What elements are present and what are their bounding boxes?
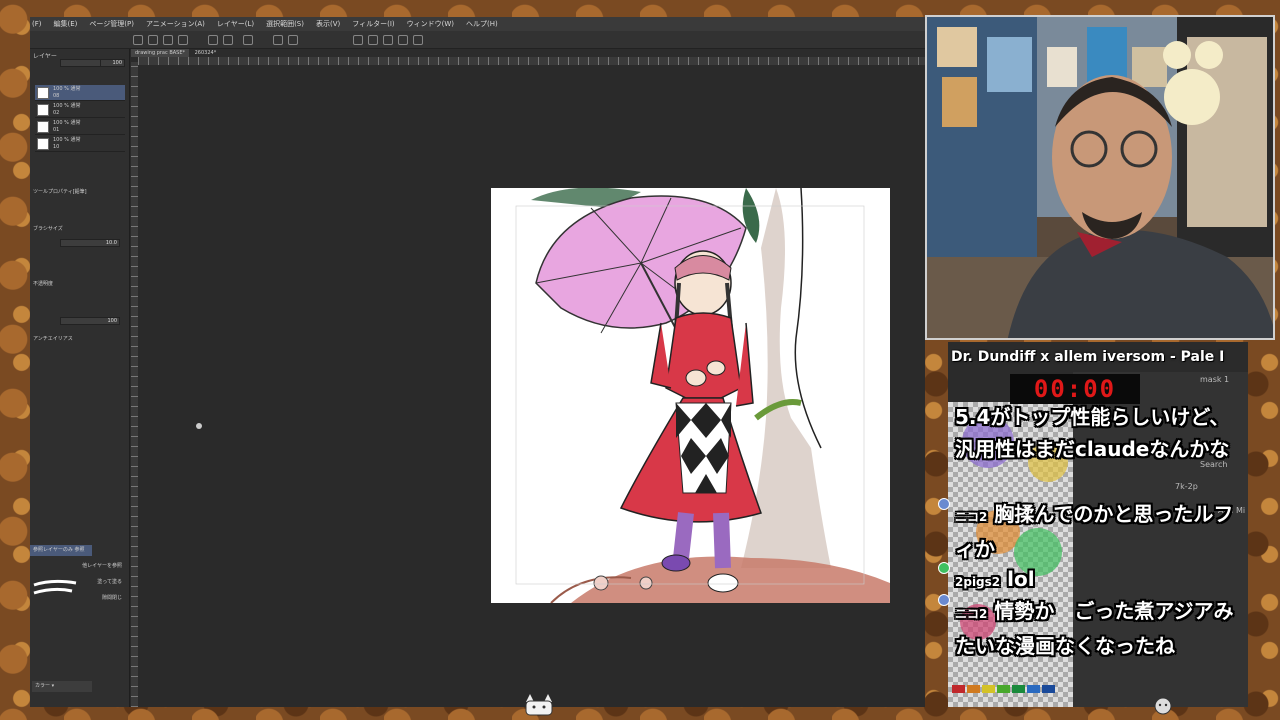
brush-stroke-preview	[33, 579, 77, 595]
chat-text: 情勢か ごった煮アジアみたいな漫画なくなったね	[955, 599, 1234, 658]
layer-label: 100 % 通常	[53, 86, 81, 92]
layer-item[interactable]: 100 % 通常 08	[35, 85, 125, 101]
tab-260324[interactable]: 260324*	[191, 49, 221, 57]
transform-icon[interactable]	[288, 35, 298, 45]
artboard[interactable]	[491, 188, 890, 603]
menu-layer[interactable]: レイヤー(L)	[217, 17, 254, 31]
ref-layer-option[interactable]: 参照レイヤーのみ 参照	[30, 545, 92, 556]
menu-animation[interactable]: アニメーション(A)	[146, 17, 205, 31]
layer-thumbnail	[37, 121, 49, 133]
grid-icon[interactable]	[413, 35, 423, 45]
layer-thumbnail	[37, 138, 49, 150]
palette-swatch	[1042, 685, 1055, 693]
layer-name-label: 7k-2p	[1175, 482, 1198, 491]
illustration	[515, 188, 890, 603]
menu-filter[interactable]: フィルター(I)	[352, 17, 394, 31]
chat-message: ニコ2 情勢か ごった煮アジアみたいな漫画なくなったね	[955, 595, 1245, 662]
menu-window[interactable]: ウィンドウ(W)	[407, 17, 454, 31]
color-select[interactable]: カラー ▾	[32, 681, 92, 692]
chat-username: 2pigs2	[955, 575, 1001, 589]
opacity-slider[interactable]: 100	[60, 317, 120, 325]
palette-swatch	[1012, 685, 1025, 693]
opacity2-value: 100	[107, 318, 117, 324]
stream-timer: 00:00	[1010, 374, 1140, 404]
now-playing-text: Dr. Dundiff x allem iversom - Pale I	[951, 349, 1225, 365]
new-file-icon[interactable]	[133, 35, 143, 45]
save-icon[interactable]	[163, 35, 173, 45]
horizontal-ruler	[138, 57, 925, 65]
menu-file[interactable]: (F)	[32, 17, 42, 31]
palette-swatch	[952, 685, 965, 693]
layer-sub: 01	[53, 127, 60, 133]
chat-message: 2pigs2 lol	[955, 563, 1245, 598]
menu-edit[interactable]: 編集(E)	[54, 17, 78, 31]
redo-icon[interactable]	[223, 35, 233, 45]
chat-message: ニコ2 胸揉んでのかと思ったルフィか	[955, 498, 1245, 565]
chat-text: 胸揉んでのかと思ったルフィか	[955, 502, 1234, 561]
vertical-ruler	[131, 62, 138, 707]
webcam-feed	[925, 15, 1275, 340]
menu-selection[interactable]: 選択範囲(S)	[266, 17, 304, 31]
layer-item[interactable]: 100 % 通常 01	[35, 119, 125, 135]
palette-swatch	[967, 685, 980, 693]
opacity-label: 不透明度	[33, 281, 54, 287]
pen-icon[interactable]	[353, 35, 363, 45]
layer-sub: 08	[53, 93, 60, 99]
cursor-icon	[196, 423, 202, 429]
palette-swatch	[1027, 685, 1040, 693]
layer-label: 100 % 通常	[53, 103, 81, 109]
opacity-field[interactable]: 100	[100, 59, 125, 67]
chat-badge-icon	[938, 498, 950, 510]
mini-mascot-icon	[1154, 697, 1172, 715]
layer-mask-label[interactable]: mask 1	[1200, 375, 1229, 384]
webcam-image	[927, 17, 1273, 338]
layer-label: 100 % 通常	[53, 120, 81, 126]
brush-size-value: 10.0	[105, 240, 117, 246]
color-palette	[952, 685, 1055, 693]
layer-item[interactable]: 100 % 通常 02	[35, 102, 125, 118]
brush-size-label: ブラシサイズ	[33, 226, 63, 232]
layer-label: 100 % 通常	[53, 137, 81, 143]
opacity-value: 100	[112, 60, 122, 66]
edit-icon[interactable]	[398, 35, 408, 45]
undo-icon[interactable]	[208, 35, 218, 45]
layer-thumbnail	[37, 87, 49, 99]
antialias-label: アンチエイリアス	[33, 336, 73, 342]
cat-mascot-icon	[525, 694, 553, 716]
line-icon[interactable]	[383, 35, 393, 45]
brightness-icon[interactable]	[243, 35, 253, 45]
menu-page[interactable]: ページ管理(P)	[89, 17, 134, 31]
chat-message: 5.4がトップ性能らしいけど、汎用性はまだclaudeなんかな	[955, 401, 1245, 465]
layer-sub: 02	[53, 110, 60, 116]
document-tabs: drawing prac BASE* 260324*	[131, 49, 925, 57]
brush-size-slider[interactable]: 10.0	[60, 239, 120, 247]
chat-badge-icon	[938, 594, 950, 606]
ref-other-layer-option[interactable]: 他レイヤーを参照	[30, 561, 130, 572]
layer-sub: 10	[53, 144, 60, 150]
chat-username: ニコ2	[955, 607, 988, 621]
tool-property-header: ツールプロパティ[鉛筆]	[33, 189, 87, 195]
layer-item[interactable]: 100 % 通常 10	[35, 136, 125, 152]
chat-username: ニコ2	[955, 510, 988, 524]
command-toolbar	[30, 31, 925, 49]
palette-swatch	[982, 685, 995, 693]
clip-studio-window: (F) 編集(E) ページ管理(P) アニメーション(A) レイヤー(L) 選択…	[30, 17, 925, 707]
open-file-icon[interactable]	[148, 35, 158, 45]
chat-text: 5.4がトップ性能らしいけど、汎用性はまだclaudeなんかな	[955, 405, 1230, 461]
palette-swatch	[997, 685, 1010, 693]
tab-drawing-prac[interactable]: drawing prac BASE*	[131, 49, 190, 57]
menu-help[interactable]: ヘルプ(H)	[466, 17, 498, 31]
menu-bar: (F) 編集(E) ページ管理(P) アニメーション(A) レイヤー(L) 選択…	[30, 17, 925, 31]
chat-text: lol	[1007, 567, 1035, 591]
export-icon[interactable]	[178, 35, 188, 45]
canvas-area[interactable]	[138, 65, 925, 707]
layer-thumbnail	[37, 104, 49, 116]
layer-and-tool-panel: レイヤー 通常 100 100 % 通常08 100 % 通常02 100 % …	[30, 49, 130, 707]
fill-icon[interactable]	[273, 35, 283, 45]
menu-view[interactable]: 表示(V)	[316, 17, 340, 31]
chat-badge-icon	[938, 562, 950, 574]
color-label: カラー	[35, 683, 51, 689]
pen-alt-icon[interactable]	[368, 35, 378, 45]
